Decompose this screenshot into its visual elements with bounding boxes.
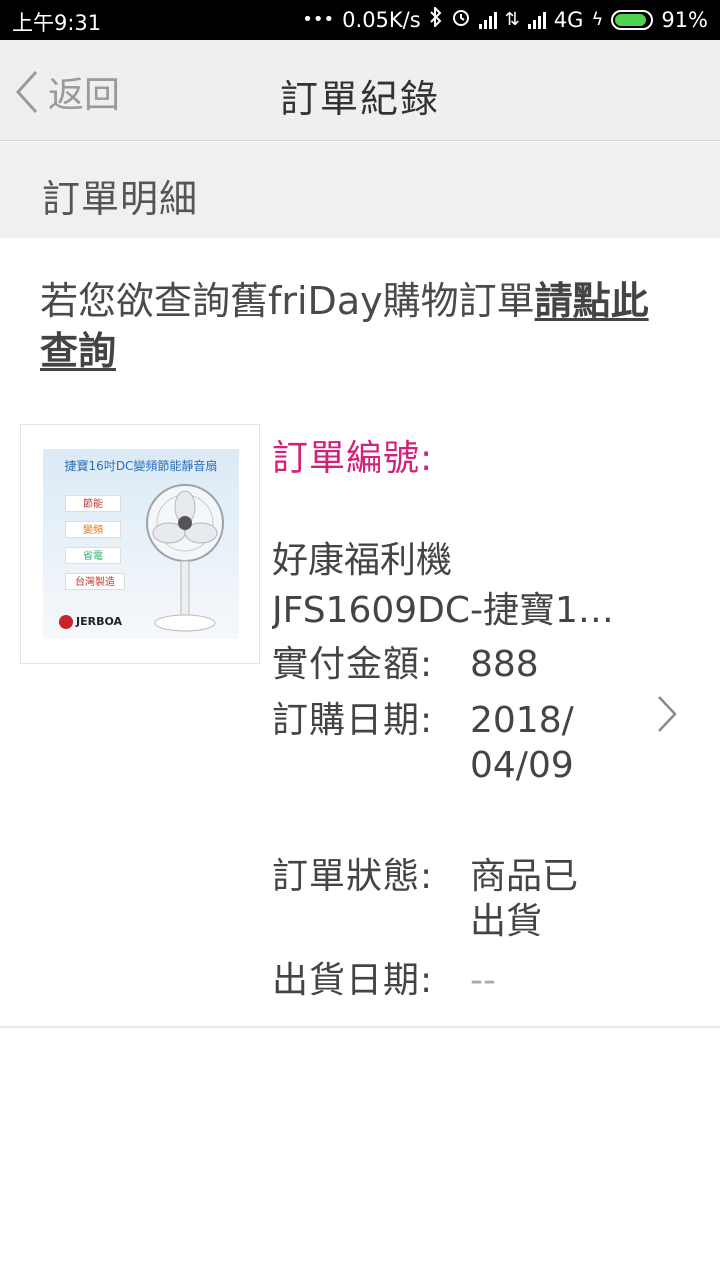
product-thumbnail[interactable]: 捷寶16吋DC變頻節能靜音扇 節能 變頻 省電 台灣製造 JERBOA: [20, 424, 260, 664]
page-title: 訂單紀錄: [279, 77, 440, 121]
section-header: 訂單明細: [0, 142, 720, 238]
status-bar: 上午9:31 ••• 0.05K/s ⇅ 4G ϟ 91%: [0, 0, 720, 40]
alarm-icon: [451, 7, 471, 32]
ship-date-row: 出貨日期: --: [272, 958, 630, 1003]
ship-date-value: --: [470, 960, 496, 1001]
network-speed: 0.05K/s: [342, 7, 421, 32]
signal-icon: [478, 11, 497, 29]
order-divider: [0, 1026, 720, 1028]
product-tag: 節能: [65, 495, 121, 512]
status-time: 上午9:31: [12, 11, 102, 35]
order-status-value: 商品已 出貨: [470, 854, 630, 944]
order-status-label: 訂單狀態:: [272, 856, 434, 897]
product-tag: 變頻: [65, 521, 121, 538]
data-transfer-icon: ⇅: [504, 9, 520, 30]
order-date-value: 2018/ 04/09: [470, 698, 630, 788]
brand-logo: JERBOA: [59, 615, 122, 629]
top-bar: 返回 訂單紀錄: [0, 40, 720, 141]
order-status-line-1: 商品已: [470, 856, 579, 897]
old-order-notice: 若您欲查詢舊friDay購物訂單請點此查詢: [40, 276, 680, 376]
fan-icon: [146, 484, 224, 632]
more-dots-icon: •••: [302, 9, 335, 30]
paid-value: 888: [470, 644, 539, 685]
battery-percent: 91%: [661, 7, 708, 32]
section-title: 訂單明細: [42, 177, 199, 221]
product-model: JFS1609DC-捷寶1…: [272, 590, 614, 631]
product-image-title: 捷寶16吋DC變頻節能靜音扇: [64, 459, 218, 473]
product-tag: 台灣製造: [65, 573, 125, 590]
order-date-line-1: 2018/: [470, 700, 574, 741]
battery-fill: [615, 13, 647, 26]
order-number-label: 訂單編號:: [272, 438, 434, 479]
bluetooth-icon: [429, 5, 443, 32]
order-status-line-2: 出貨: [470, 901, 543, 942]
product-name: 好康福利機: [272, 540, 453, 581]
charging-icon: ϟ: [591, 9, 604, 30]
paid-amount-row: 實付金額: 888: [272, 642, 630, 687]
order-date-row: 訂購日期: 2018/ 04/09: [272, 698, 630, 788]
order-status-row: 訂單狀態: 商品已 出貨: [272, 854, 630, 944]
ship-date-label: 出貨日期:: [272, 960, 434, 1001]
notice-text: 若您欲查詢舊friDay購物訂單: [40, 279, 535, 323]
product-image: 捷寶16吋DC變頻節能靜音扇 節能 變頻 省電 台灣製造 JERBOA: [43, 449, 239, 639]
paid-label: 實付金額:: [272, 644, 434, 685]
battery-icon: [611, 9, 654, 30]
product-tag: 省電: [65, 547, 121, 564]
signal-icon-2: [527, 11, 546, 29]
order-date-line-2: 04/09: [470, 745, 574, 786]
chevron-right-icon[interactable]: [656, 694, 678, 734]
order-date-label: 訂購日期:: [272, 700, 434, 741]
status-right: ••• 0.05K/s ⇅ 4G ϟ 91%: [302, 5, 708, 32]
network-type: 4G: [553, 7, 584, 32]
